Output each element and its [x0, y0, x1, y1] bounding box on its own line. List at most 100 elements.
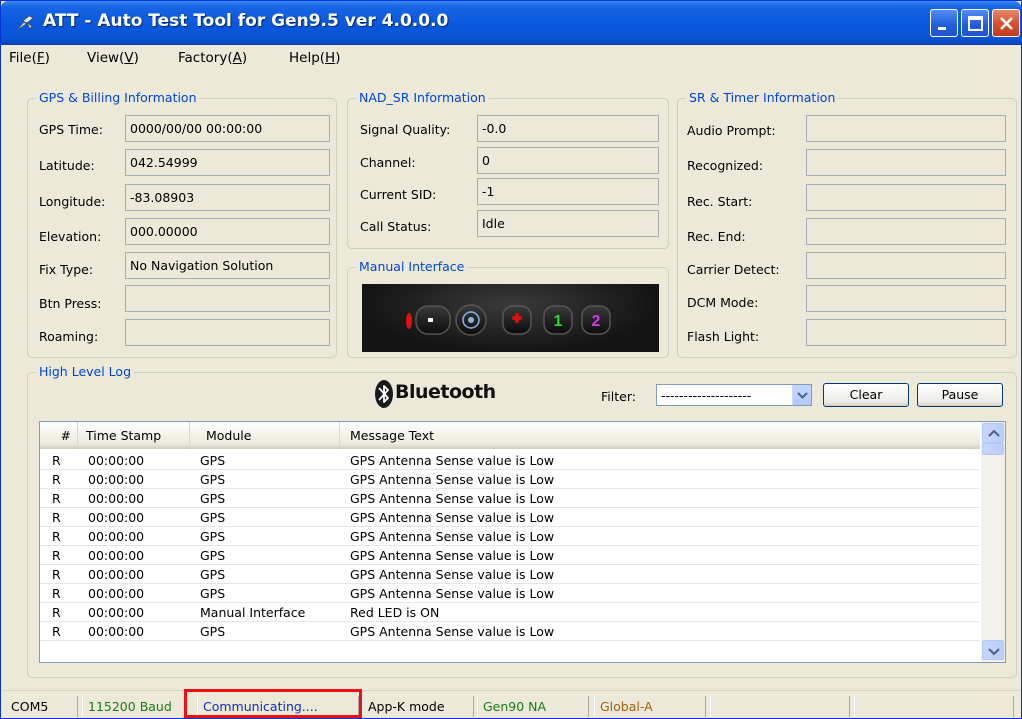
maximize-icon — [968, 16, 983, 31]
chevron-down-icon — [988, 648, 1000, 656]
channel-field: 0 — [477, 147, 659, 174]
dcm-mode-field — [806, 285, 1006, 312]
status-empty-1 — [710, 696, 850, 717]
title-bar[interactable]: ATT - Auto Test Tool for Gen9.5 ver 4.0.… — [1, 1, 1021, 45]
manual-group-title: Manual Interface — [356, 259, 468, 274]
audio-prompt-field — [806, 115, 1006, 142]
log-cell-module: Manual Interface — [200, 605, 306, 620]
log-cell-number: R — [52, 510, 61, 525]
red-led-icon — [406, 313, 412, 329]
dcm-mode-label: DCM Mode: — [687, 295, 759, 310]
log-cell-message: GPS Antenna Sense value is Low — [350, 453, 555, 468]
bluetooth-icon — [375, 380, 393, 408]
button-2-label: 2 — [592, 313, 601, 330]
current-sid-label: Current SID: — [360, 187, 437, 202]
clear-button[interactable]: Clear — [823, 383, 909, 407]
chevron-up-icon — [988, 429, 1000, 437]
status-region: Global-A — [594, 696, 706, 717]
log-cell-timestamp: 00:00:00 — [88, 605, 145, 620]
col-module[interactable]: Module — [190, 422, 340, 449]
rec-end-field — [806, 218, 1006, 245]
filter-label: Filter: — [601, 389, 636, 404]
menu-view[interactable]: View(V) — [87, 50, 139, 66]
menu-help[interactable]: Help(H) — [289, 50, 340, 66]
window-title: ATT - Auto Test Tool for Gen9.5 ver 4.0.… — [43, 11, 449, 31]
pause-button[interactable]: Pause — [917, 383, 1003, 407]
minimize-button[interactable] — [930, 9, 958, 37]
current-sid-field: -1 — [477, 178, 659, 205]
onstar-button[interactable] — [455, 304, 487, 336]
log-cell-message: GPS Antenna Sense value is Low — [350, 529, 555, 544]
roaming-field — [125, 319, 330, 346]
button-2[interactable]: 2 — [581, 305, 611, 335]
log-cell-number: R — [52, 567, 61, 582]
status-baud: 115200 Baud — [82, 696, 186, 717]
nad-group-title: NAD_SR Information — [356, 90, 489, 105]
log-cell-number: R — [52, 624, 61, 639]
longitude-label: Longitude: — [39, 194, 106, 209]
log-row[interactable]: R 00:00:00 GPS GPS Antenna Sense value is L… — [40, 565, 980, 584]
log-row[interactable]: R 00:00:00 GPS GPS Antenna Sense value is L… — [40, 451, 980, 470]
emergency-button[interactable] — [502, 305, 532, 335]
col-message[interactable]: Message Text — [340, 422, 980, 449]
log-cell-message: Red LED is ON — [350, 605, 440, 620]
log-row[interactable]: R 00:00:00 GPS GPS Antenna Sense value is L… — [40, 527, 980, 546]
log-scrollbar[interactable] — [981, 422, 1005, 662]
app-icon — [16, 15, 34, 31]
log-cell-number: R — [52, 529, 61, 544]
btn-press-label: Btn Press: — [39, 296, 102, 311]
fix-type-label: Fix Type: — [39, 262, 94, 277]
log-row[interactable]: R 00:00:00 GPS GPS Antenna Sense value is L… — [40, 489, 980, 508]
button-1[interactable]: 1 — [543, 305, 573, 335]
status-highlight-box — [184, 689, 362, 718]
menu-factory[interactable]: Factory(A) — [178, 50, 247, 66]
log-row[interactable]: R 00:00:00 Manual Interface Red LED is ON — [40, 603, 980, 622]
log-list[interactable]: # Time Stamp Module Message Text R 00:00:… — [39, 421, 1006, 663]
elevation-label: Elevation: — [39, 229, 102, 244]
signal-quality-label: Signal Quality: — [360, 122, 451, 137]
scroll-down-button[interactable] — [982, 640, 1004, 660]
log-row[interactable]: R 00:00:00 GPS GPS Antenna Sense value is L… — [40, 470, 980, 489]
log-cell-module: GPS — [200, 624, 226, 639]
filter-dropdown-button[interactable] — [792, 385, 811, 405]
log-cell-module: GPS — [200, 548, 226, 563]
filter-select[interactable]: -------------------- — [656, 384, 812, 406]
btn-press-field — [125, 285, 330, 312]
scroll-up-button[interactable] — [982, 423, 1004, 443]
elevation-field: 000.00000 — [125, 218, 330, 245]
log-group-title: High Level Log — [36, 364, 134, 379]
recognized-field — [806, 149, 1006, 176]
log-row[interactable]: R 00:00:00 GPS GPS Antenna Sense value is L… — [40, 546, 980, 565]
scroll-thumb[interactable] — [982, 443, 1004, 455]
app-window: ATT - Auto Test Tool for Gen9.5 ver 4.0.… — [0, 0, 1022, 719]
log-cell-number: R — [52, 586, 61, 601]
status-gen: Gen90 NA — [477, 696, 589, 717]
log-cell-number: R — [52, 453, 61, 468]
manual-buttons-graphic: 1 2 — [406, 304, 611, 336]
sr-group-title: SR & Timer Information — [686, 90, 839, 105]
maximize-button[interactable] — [961, 9, 989, 37]
rec-end-label: Rec. End: — [687, 229, 746, 244]
log-cell-number: R — [52, 548, 61, 563]
close-button[interactable] — [992, 9, 1020, 37]
menu-file[interactable]: File(F) — [9, 50, 50, 66]
col-timestamp[interactable]: Time Stamp — [78, 422, 190, 449]
log-cell-timestamp: 00:00:00 — [88, 548, 145, 563]
gps-time-label: GPS Time: — [39, 122, 103, 137]
col-number[interactable]: # — [40, 422, 78, 449]
log-row[interactable]: R 00:00:00 GPS GPS Antenna Sense value is L… — [40, 508, 980, 527]
gps-group-title: GPS & Billing Information — [36, 90, 200, 105]
fix-type-field: No Navigation Solution — [125, 252, 330, 279]
log-cell-message: GPS Antenna Sense value is Low — [350, 510, 555, 525]
menu-bar: File(F) View(V) Factory(A) Help(H) — [2, 45, 1020, 71]
signal-quality-field: -0.0 — [477, 115, 659, 142]
gps-time-field: 0000/00/00 00:00:00 — [125, 115, 330, 142]
log-row[interactable]: R 00:00:00 GPS GPS Antenna Sense value is L… — [40, 622, 980, 641]
log-cell-timestamp: 00:00:00 — [88, 453, 145, 468]
log-cell-message: GPS Antenna Sense value is Low — [350, 624, 555, 639]
status-bar: COM5 115200 Baud Communicating.... App-K… — [2, 690, 1020, 718]
sos-button[interactable] — [415, 305, 451, 335]
log-row[interactable]: R 00:00:00 GPS GPS Antenna Sense value is L… — [40, 584, 980, 603]
status-port: COM5 — [6, 696, 78, 717]
carrier-detect-label: Carrier Detect: — [687, 262, 780, 277]
